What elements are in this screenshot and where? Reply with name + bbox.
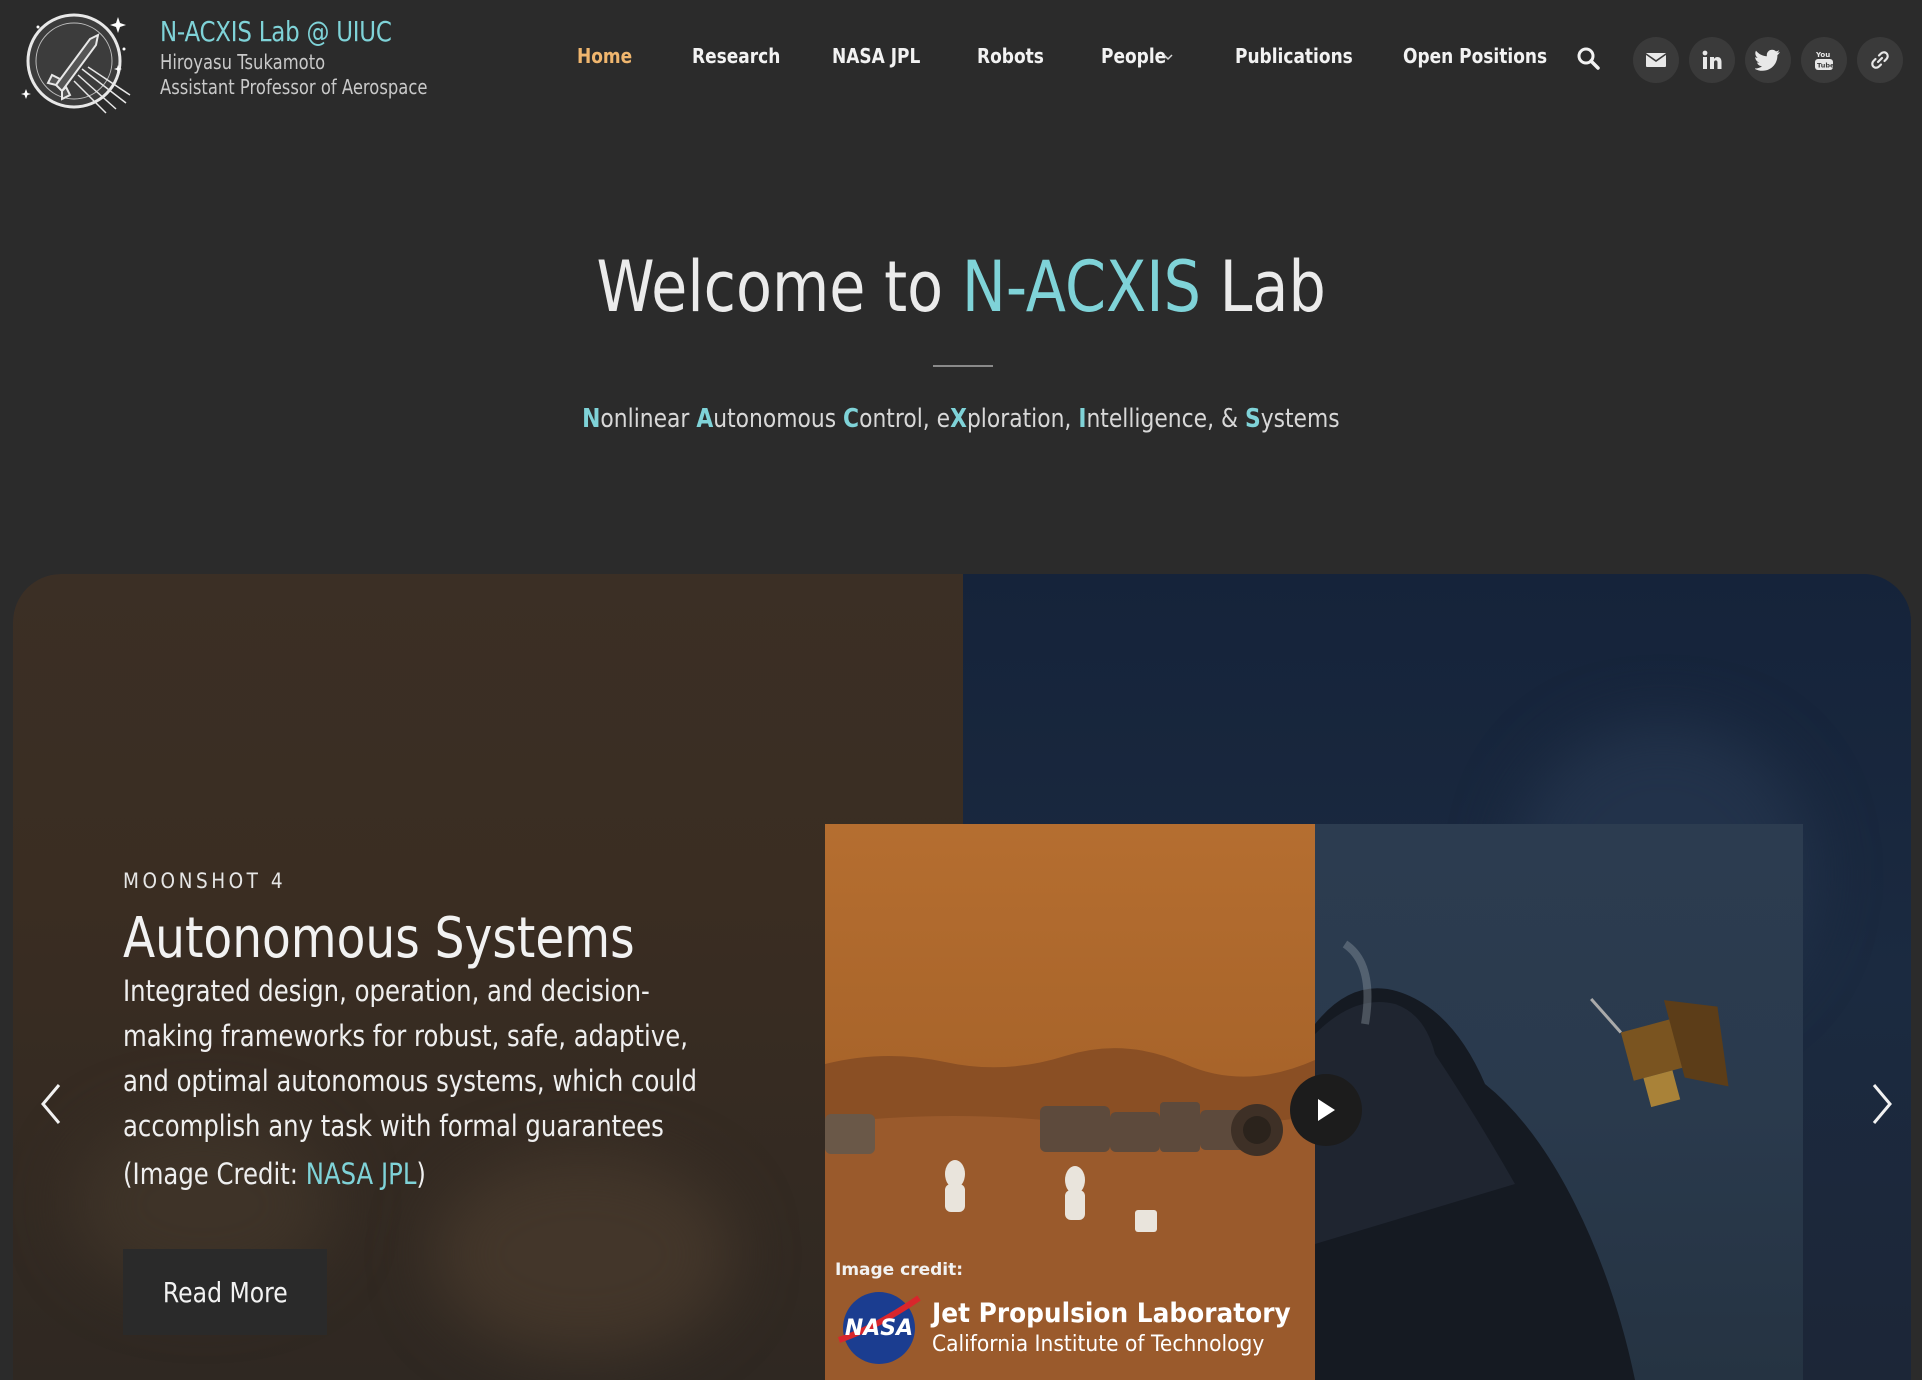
image-credit-label: Image credit: bbox=[835, 1260, 964, 1280]
youtube-button[interactable]: You Tube bbox=[1801, 37, 1847, 83]
nav-item-open-positions[interactable]: Open Positions bbox=[1403, 44, 1547, 68]
subtitle-word: ntelligence, & bbox=[1086, 404, 1246, 434]
subtitle-word: ontrol, e bbox=[859, 404, 951, 434]
hero-divider bbox=[933, 365, 993, 367]
hero-subtitle: Nonlinear Autonomous Control, eXploratio… bbox=[0, 404, 1922, 434]
asteroid-spacecraft-image bbox=[1315, 824, 1803, 1380]
nav-item-home[interactable]: Home bbox=[577, 44, 632, 68]
svg-text:Tube: Tube bbox=[1817, 62, 1834, 70]
slide-kicker: MOONSHOT 4 bbox=[123, 869, 287, 893]
slide-image-credit: (Image Credit: NASA JPL) bbox=[123, 1157, 426, 1191]
jpl-subtitle: California Institute of Technology bbox=[932, 1332, 1265, 1357]
linkedin-icon bbox=[1702, 50, 1722, 69]
nav-item-research[interactable]: Research bbox=[692, 44, 780, 68]
professor-position: Assistant Professor of Aerospace bbox=[160, 75, 428, 99]
background-blur-shape bbox=[433, 1154, 733, 1354]
nasa-logo: NASA bbox=[838, 1292, 921, 1364]
subtitle-word: ystems bbox=[1260, 404, 1340, 434]
nav-item-people[interactable]: People bbox=[1101, 44, 1166, 68]
play-video-button[interactable] bbox=[1290, 1074, 1362, 1146]
slide-video-thumbnail[interactable]: Image credit: NASA Jet Propulsion Labora… bbox=[825, 824, 1803, 1380]
jpl-name: Jet Propulsion Laboratory bbox=[932, 1298, 1291, 1329]
nav-item-publications[interactable]: Publications bbox=[1235, 44, 1353, 68]
link-button[interactable] bbox=[1857, 37, 1903, 83]
acronym-letter: N bbox=[582, 404, 601, 434]
nasa-jpl-credit-link[interactable]: NASA JPL bbox=[306, 1157, 417, 1191]
acronym-letter: A bbox=[696, 404, 714, 434]
youtube-icon: You Tube bbox=[1815, 51, 1834, 70]
twitter-icon bbox=[1755, 49, 1780, 71]
link-icon bbox=[1871, 51, 1889, 69]
credit-prefix: (Image Credit: bbox=[123, 1157, 306, 1191]
hero-title: Welcome to N-ACXIS Lab bbox=[0, 242, 1922, 332]
slide-description: Integrated design, operation, and decisi… bbox=[123, 974, 698, 1143]
chevron-down-icon[interactable] bbox=[1162, 52, 1174, 62]
play-icon bbox=[1318, 1099, 1335, 1121]
subtitle-word: onlinear bbox=[600, 404, 697, 434]
next-slide-arrow-icon[interactable] bbox=[1862, 1079, 1902, 1129]
nav-item-robots[interactable]: Robots bbox=[977, 44, 1044, 68]
read-more-button[interactable]: Read More bbox=[123, 1249, 327, 1335]
svg-text:You: You bbox=[1815, 51, 1830, 59]
hero-title-prefix: Welcome to bbox=[596, 246, 962, 328]
site-header: N-ACXIS Lab @ UIUC Hiroyasu Tsukamoto As… bbox=[0, 0, 1922, 125]
acronym-letter: S bbox=[1245, 404, 1261, 434]
credit-suffix: ) bbox=[416, 1157, 426, 1191]
twitter-button[interactable] bbox=[1745, 37, 1791, 83]
hero-title-suffix: Lab bbox=[1200, 246, 1326, 328]
acronym-letter: X bbox=[950, 404, 968, 434]
read-more-label: Read More bbox=[162, 1275, 288, 1309]
nav-item-nasa-jpl[interactable]: NASA JPL bbox=[832, 44, 920, 68]
subtitle-word: utonomous bbox=[713, 404, 844, 434]
slide-title: Autonomous Systems bbox=[123, 906, 635, 971]
asteroid-scene-illustration bbox=[1315, 940, 1729, 1380]
acronym-letter: C bbox=[843, 404, 860, 434]
hero-title-accent: N-ACXIS bbox=[961, 246, 1201, 328]
previous-slide-arrow-icon[interactable] bbox=[31, 1079, 71, 1129]
email-icon bbox=[1645, 53, 1667, 67]
nasa-logo-text: NASA bbox=[845, 1316, 913, 1341]
linkedin-button[interactable] bbox=[1689, 37, 1735, 83]
email-button[interactable] bbox=[1633, 37, 1679, 83]
subtitle-word: ploration, bbox=[967, 404, 1079, 434]
hero-slider[interactable]: MOONSHOT 4 Autonomous Systems Integrated… bbox=[13, 574, 1911, 1380]
search-icon[interactable] bbox=[1576, 46, 1602, 72]
